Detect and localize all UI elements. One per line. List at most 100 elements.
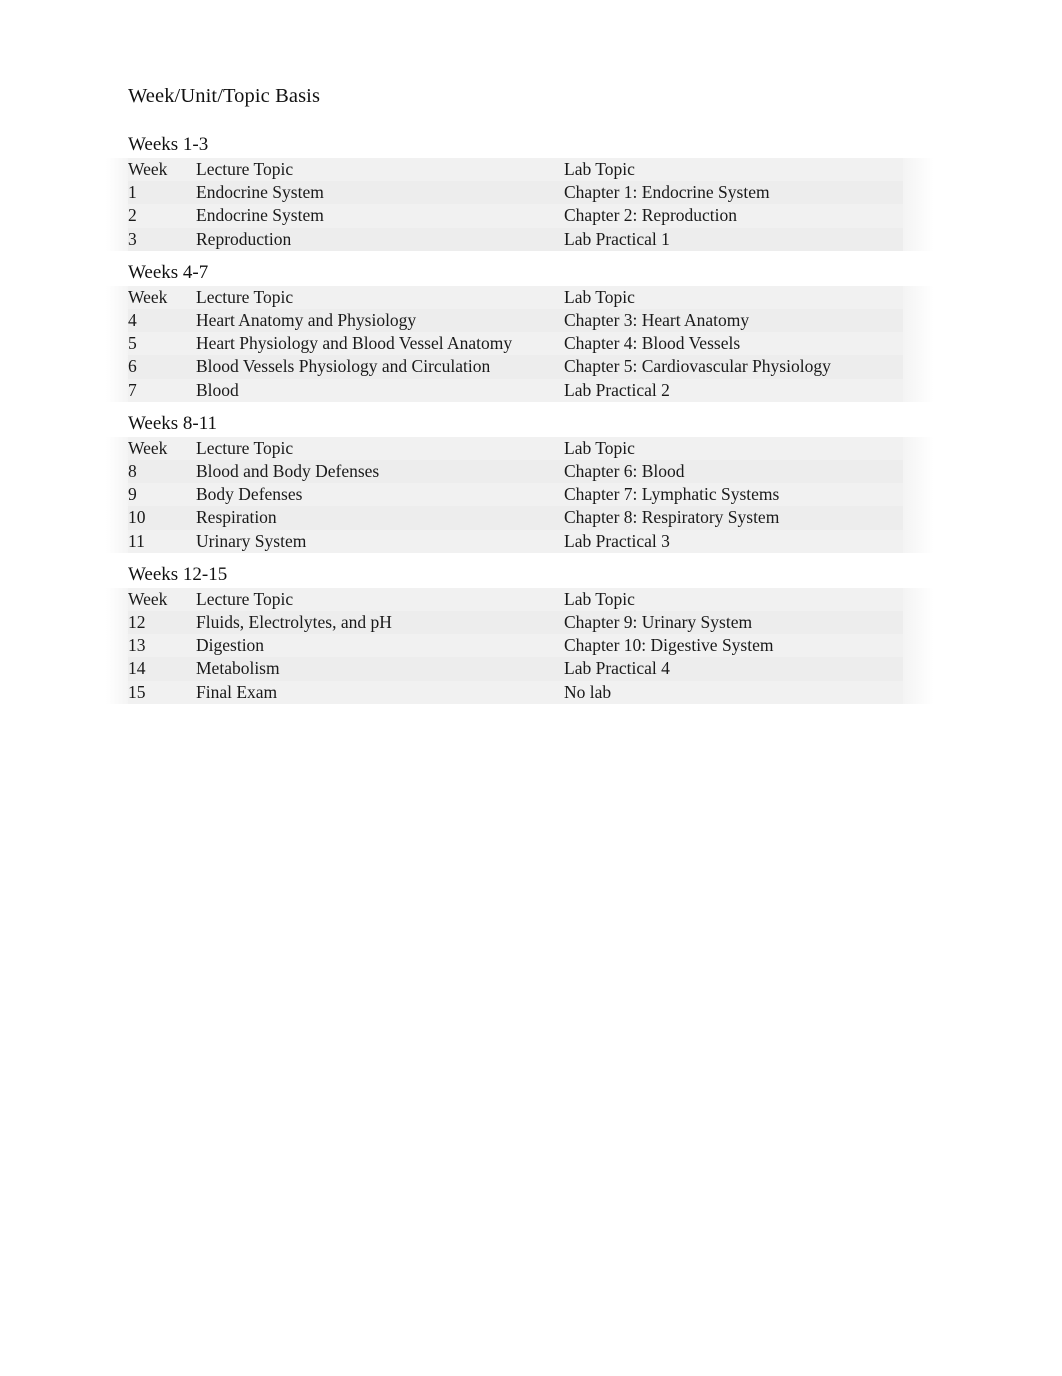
cell-lecture-topic: Blood and Body Defenses	[196, 460, 564, 484]
table-row: 8 Blood and Body Defenses Chapter 6: Blood	[128, 460, 903, 484]
cell-week-number: 7	[128, 378, 196, 402]
table-row: 7 Blood Lab Practical 2	[128, 378, 903, 402]
schedule-table-body: Week Lecture Topic Lab Topic 12 Fluids, Elec…	[128, 587, 903, 704]
cell-lecture-topic: Metabolism	[196, 657, 564, 681]
table-row: 10 Respiration Chapter 8: Respiratory Syst…	[128, 506, 903, 530]
cell-week-number: 3	[128, 227, 196, 251]
cell-lab-topic: Lab Practical 1	[564, 227, 903, 251]
table-row: 12 Fluids, Electrolytes, and pH Chapter 9:…	[128, 611, 903, 635]
week-block-1: Weeks 1-3 Week Lecture Topic Lab Topic 1 End…	[106, 132, 934, 260]
cell-week-number: 13	[128, 634, 196, 658]
cell-lab-topic: Chapter 6: Blood	[564, 460, 903, 484]
title-spacer	[128, 110, 918, 132]
column-header-lecture: Lecture Topic	[196, 436, 564, 461]
column-header-week: Week	[128, 436, 196, 461]
cell-lecture-topic: Blood Vessels Physiology and Circulation	[196, 355, 564, 379]
week-block-2: Weeks 4-7 Week Lecture Topic Lab Topic 4 Hea…	[106, 260, 934, 411]
table-row: 2 Endocrine System Chapter 2: Reproduction	[128, 204, 903, 228]
week-block-band: Week Lecture Topic Lab Topic 4 Heart Anatomy…	[106, 285, 934, 402]
document-body: Week/Unit/Topic Basis Weeks 1-3 Week Lect…	[106, 82, 934, 713]
column-header-week: Week	[128, 285, 196, 310]
cell-week-number: 2	[128, 204, 196, 228]
cell-lecture-topic: Heart Physiology and Blood Vessel Anatom…	[196, 332, 564, 356]
schedule-table: Week Lecture Topic Lab Topic 8 Blood and Bod…	[128, 436, 903, 553]
week-block-band: Week Lecture Topic Lab Topic 1 Endocrine Sys…	[106, 158, 934, 251]
column-header-lecture: Lecture Topic	[196, 285, 564, 310]
schedule-blocks: Weeks 1-3 Week Lecture Topic Lab Topic 1 End…	[106, 132, 934, 713]
table-row: 6 Blood Vessels Physiology and Circulatio…	[128, 355, 903, 379]
column-header-lab: Lab Topic	[564, 587, 903, 612]
cell-lab-topic: Chapter 4: Blood Vessels	[564, 332, 903, 356]
block-gap	[128, 402, 918, 411]
cell-lecture-topic: Urinary System	[196, 529, 564, 553]
cell-week-number: 6	[128, 355, 196, 379]
cell-lecture-topic: Fluids, Electrolytes, and pH	[196, 611, 564, 635]
column-header-week: Week	[128, 587, 196, 612]
schedule-table: Week Lecture Topic Lab Topic 1 Endocrine Sys…	[128, 158, 903, 251]
cell-lab-topic: Lab Practical 4	[564, 657, 903, 681]
block-gap	[128, 553, 918, 562]
cell-lab-topic: Chapter 3: Heart Anatomy	[564, 309, 903, 333]
cell-lecture-topic: Body Defenses	[196, 483, 564, 507]
cell-week-number: 15	[128, 680, 196, 704]
document-page: Week/Unit/Topic Basis Weeks 1-3 Week Lect…	[0, 0, 1062, 1376]
table-row: 11 Urinary System Lab Practical 3	[128, 529, 903, 553]
column-header-lab: Lab Topic	[564, 158, 903, 182]
cell-lab-topic: No lab	[564, 680, 903, 704]
column-header-lab: Lab Topic	[564, 285, 903, 310]
cell-week-number: 4	[128, 309, 196, 333]
table-row: 5 Heart Physiology and Blood Vessel Anato…	[128, 332, 903, 356]
week-block-heading: Weeks 12-15	[128, 563, 228, 585]
table-row: 15 Final Exam No lab	[128, 680, 903, 704]
week-block-band: Week Lecture Topic Lab Topic 12 Fluids, Elec…	[106, 587, 934, 704]
cell-lab-topic: Lab Practical 3	[564, 529, 903, 553]
cell-lab-topic: Chapter 7: Lymphatic Systems	[564, 483, 903, 507]
cell-lecture-topic: Blood	[196, 378, 564, 402]
week-block-4: Weeks 12-15 Week Lecture Topic Lab Topic 12…	[106, 562, 934, 713]
cell-lab-topic: Chapter 2: Reproduction	[564, 204, 903, 228]
table-row: 14 Metabolism Lab Practical 4	[128, 657, 903, 681]
column-header-week: Week	[128, 158, 196, 182]
cell-week-number: 5	[128, 332, 196, 356]
schedule-table-body: Week Lecture Topic Lab Topic 4 Heart Anatomy…	[128, 285, 903, 402]
table-header-row: Week Lecture Topic Lab Topic	[128, 158, 903, 182]
table-row: 1 Endocrine System Chapter 1: Endocrine Sy…	[128, 181, 903, 205]
table-header-row: Week Lecture Topic Lab Topic	[128, 587, 903, 612]
week-block-heading: Weeks 4-7	[128, 261, 209, 283]
block-gap	[128, 251, 918, 260]
table-row: 4 Heart Anatomy and Physiology Chapter 3: …	[128, 309, 903, 333]
block-gap	[128, 704, 918, 713]
cell-week-number: 11	[128, 529, 196, 553]
week-block-3: Weeks 8-11 Week Lecture Topic Lab Topic 8 Bl…	[106, 411, 934, 562]
cell-week-number: 10	[128, 506, 196, 530]
cell-week-number: 12	[128, 611, 196, 635]
cell-lab-topic: Chapter 9: Urinary System	[564, 611, 903, 635]
week-block-heading: Weeks 1-3	[128, 134, 209, 155]
cell-lab-topic: Chapter 10: Digestive System	[564, 634, 903, 658]
cell-lecture-topic: Digestion	[196, 634, 564, 658]
cell-lab-topic: Chapter 1: Endocrine System	[564, 181, 903, 205]
column-header-lecture: Lecture Topic	[196, 158, 564, 182]
cell-week-number: 14	[128, 657, 196, 681]
column-header-lecture: Lecture Topic	[196, 587, 564, 612]
table-row: 13 Digestion Chapter 10: Digestive System	[128, 634, 903, 658]
cell-week-number: 8	[128, 460, 196, 484]
schedule-table-body: Week Lecture Topic Lab Topic 1 Endocrine Sys…	[128, 158, 903, 251]
cell-lecture-topic: Final Exam	[196, 680, 564, 704]
table-row: 9 Body Defenses Chapter 7: Lymphatic Syste…	[128, 483, 903, 507]
cell-week-number: 1	[128, 181, 196, 205]
cell-lecture-topic: Heart Anatomy and Physiology	[196, 309, 564, 333]
cell-lecture-topic: Respiration	[196, 506, 564, 530]
week-block-band: Week Lecture Topic Lab Topic 8 Blood and Bod…	[106, 436, 934, 553]
table-row: 3 Reproduction Lab Practical 1	[128, 227, 903, 251]
column-header-lab: Lab Topic	[564, 436, 903, 461]
cell-lab-topic: Lab Practical 2	[564, 378, 903, 402]
cell-lab-topic: Chapter 8: Respiratory System	[564, 506, 903, 530]
cell-lecture-topic: Endocrine System	[196, 204, 564, 228]
page-title: Week/Unit/Topic Basis	[128, 85, 321, 107]
schedule-table: Week Lecture Topic Lab Topic 12 Fluids, Elec…	[128, 587, 903, 704]
week-block-heading: Weeks 8-11	[128, 412, 218, 434]
cell-week-number: 9	[128, 483, 196, 507]
schedule-table: Week Lecture Topic Lab Topic 4 Heart Anatomy…	[128, 285, 903, 402]
cell-lab-topic: Chapter 5: Cardiovascular Physiology	[564, 355, 903, 379]
